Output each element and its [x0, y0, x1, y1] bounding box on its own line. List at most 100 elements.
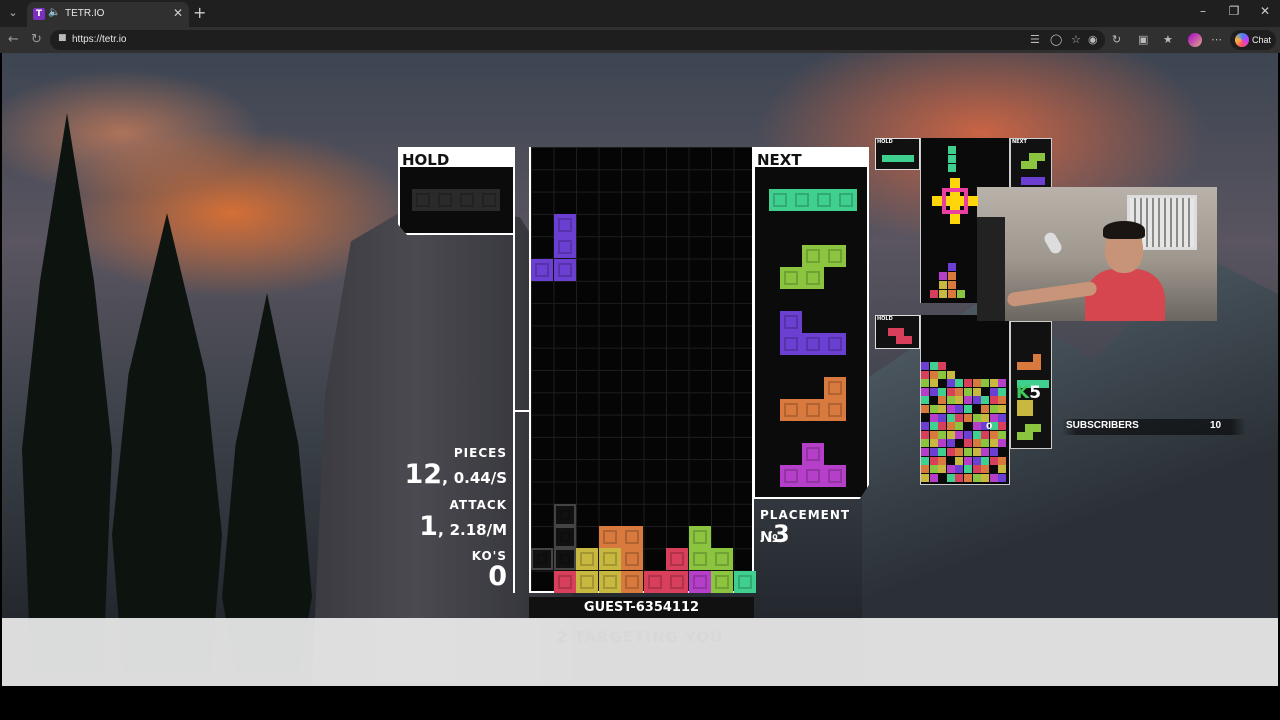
opponent2-mino	[972, 413, 981, 422]
board-mino	[531, 258, 553, 281]
opponent2-mino	[981, 439, 990, 448]
opponent2-hold-mino	[888, 328, 896, 336]
opponent2-mino	[938, 362, 947, 370]
refresh-extension-icon[interactable]: ↻	[1112, 33, 1121, 47]
minimize-icon[interactable]: –	[1188, 4, 1218, 18]
player-stats: PIECES 12, 0.44/S ATTACK 1, 2.18/M KO'S …	[402, 443, 507, 593]
close-window-icon[interactable]: ✕	[1250, 4, 1280, 18]
reload-icon[interactable]: ↻	[31, 32, 42, 48]
next-mino-S	[802, 267, 824, 289]
board-mino	[621, 548, 643, 571]
opponent2-mino	[964, 439, 972, 448]
site-info-icon[interactable]: ■	[58, 33, 68, 45]
tab-close-icon[interactable]: ✕	[173, 6, 183, 20]
restore-icon[interactable]: ❐	[1219, 4, 1249, 18]
opponent2-hold: HOLD	[875, 315, 920, 349]
speaker-icon[interactable]: 🔈	[48, 7, 60, 19]
opponent1-next-mino	[1021, 177, 1029, 185]
webcam-person-hair	[1103, 221, 1145, 239]
opponent2-mino	[964, 448, 972, 456]
address-bar[interactable]: ■ https://tetr.io	[50, 30, 1105, 50]
opponent2-mino	[929, 379, 938, 388]
favorite-star-icon[interactable]: ☆	[1071, 33, 1081, 47]
opponent2-mino	[946, 448, 955, 456]
ko-badge-count: 5	[1029, 383, 1042, 403]
opponent1-mino	[939, 281, 947, 289]
board-mino	[553, 570, 576, 593]
opponent2-mino	[938, 370, 947, 379]
opponent2-next-mino	[1033, 362, 1041, 370]
opponent2-mino	[972, 379, 981, 388]
url-text[interactable]: https://tetr.io	[72, 34, 126, 45]
tab-list-icon[interactable]: ⌄	[4, 4, 22, 22]
opponent2-mino	[946, 439, 955, 448]
opponent2-mino	[989, 396, 998, 405]
board-mino	[688, 570, 711, 593]
board-mino	[666, 570, 688, 593]
next-mino-S	[802, 245, 824, 267]
board-mino	[553, 503, 576, 526]
opponent2-mino	[946, 465, 955, 474]
opponent2-mino	[955, 422, 964, 431]
opponent2-mino	[998, 405, 1007, 413]
opponent2-mino	[946, 396, 955, 405]
opponent2-mino	[955, 379, 964, 388]
opponent2-next-mino	[1017, 408, 1025, 416]
opponent2-mino	[938, 396, 947, 405]
opponent2-mino	[921, 422, 929, 431]
streamer-webcam	[977, 187, 1217, 321]
favorites-icon[interactable]: ★	[1163, 33, 1173, 47]
read-mode-icon[interactable]: ◯	[1050, 33, 1062, 47]
opponent2-mino	[964, 379, 972, 388]
opponent2-mino	[955, 405, 964, 413]
board-mino	[598, 548, 621, 571]
opponent1-next-mino	[1021, 161, 1029, 169]
opponent2-mino	[989, 379, 998, 388]
hold-mino	[412, 189, 434, 211]
opponent2-next-mino	[1033, 424, 1041, 432]
opponent2-mino	[938, 465, 947, 474]
opponent2-mino	[964, 405, 972, 413]
new-tab-icon[interactable]: +	[193, 4, 206, 22]
webcam-person-body	[1085, 269, 1165, 321]
pieces-rate: 0.44/S	[453, 469, 507, 487]
more-menu-icon[interactable]: ⋯	[1211, 33, 1222, 47]
board-mino	[688, 526, 711, 549]
next-mino-S	[780, 267, 802, 289]
garbage-meter-bar	[513, 147, 529, 593]
opponent2-mino	[946, 413, 955, 422]
opponent2-mino	[921, 456, 929, 465]
back-icon[interactable]: ←	[8, 32, 19, 48]
opponent2-mino	[921, 396, 929, 405]
board-mino	[621, 570, 643, 593]
opponent2-mino	[955, 396, 964, 405]
placement: PLACEMENT № 3	[760, 506, 880, 556]
kos-value: 0	[488, 561, 507, 592]
opponent1-next-mino	[1037, 177, 1045, 185]
board-mino	[553, 236, 576, 259]
copilot-chat-button[interactable]: Chat	[1230, 30, 1276, 50]
opponent2-hold-mino	[896, 328, 904, 336]
opponent2-mino	[972, 422, 981, 431]
opponent2-mino	[921, 439, 929, 448]
opponent2-mino	[989, 387, 998, 396]
opponent2-mino	[972, 456, 981, 465]
translate-icon[interactable]: ☰	[1030, 33, 1040, 47]
opponent2-mino	[921, 473, 929, 482]
opponent2-mino	[955, 456, 964, 465]
extensions-icon[interactable]: ▣	[1138, 33, 1148, 47]
attack-stat: 1, 2.18/M	[419, 511, 507, 542]
next-mino-J	[802, 333, 824, 355]
next-label: NEXT	[757, 151, 802, 169]
playfield[interactable]	[529, 147, 756, 593]
profile-avatar[interactable]	[1188, 33, 1202, 47]
next-mino-T	[780, 465, 802, 487]
opponent2-mino	[938, 405, 947, 413]
opponent2-hold-mino	[904, 336, 912, 344]
next-mino-S	[824, 245, 846, 267]
opponent2-mino	[938, 456, 947, 465]
tab-tetrio[interactable]: T 🔈 TETR.IO ✕	[27, 2, 189, 27]
board-mino	[553, 258, 576, 281]
bell-icon[interactable]: ◉	[1088, 33, 1098, 47]
next-mino-L	[802, 399, 824, 421]
